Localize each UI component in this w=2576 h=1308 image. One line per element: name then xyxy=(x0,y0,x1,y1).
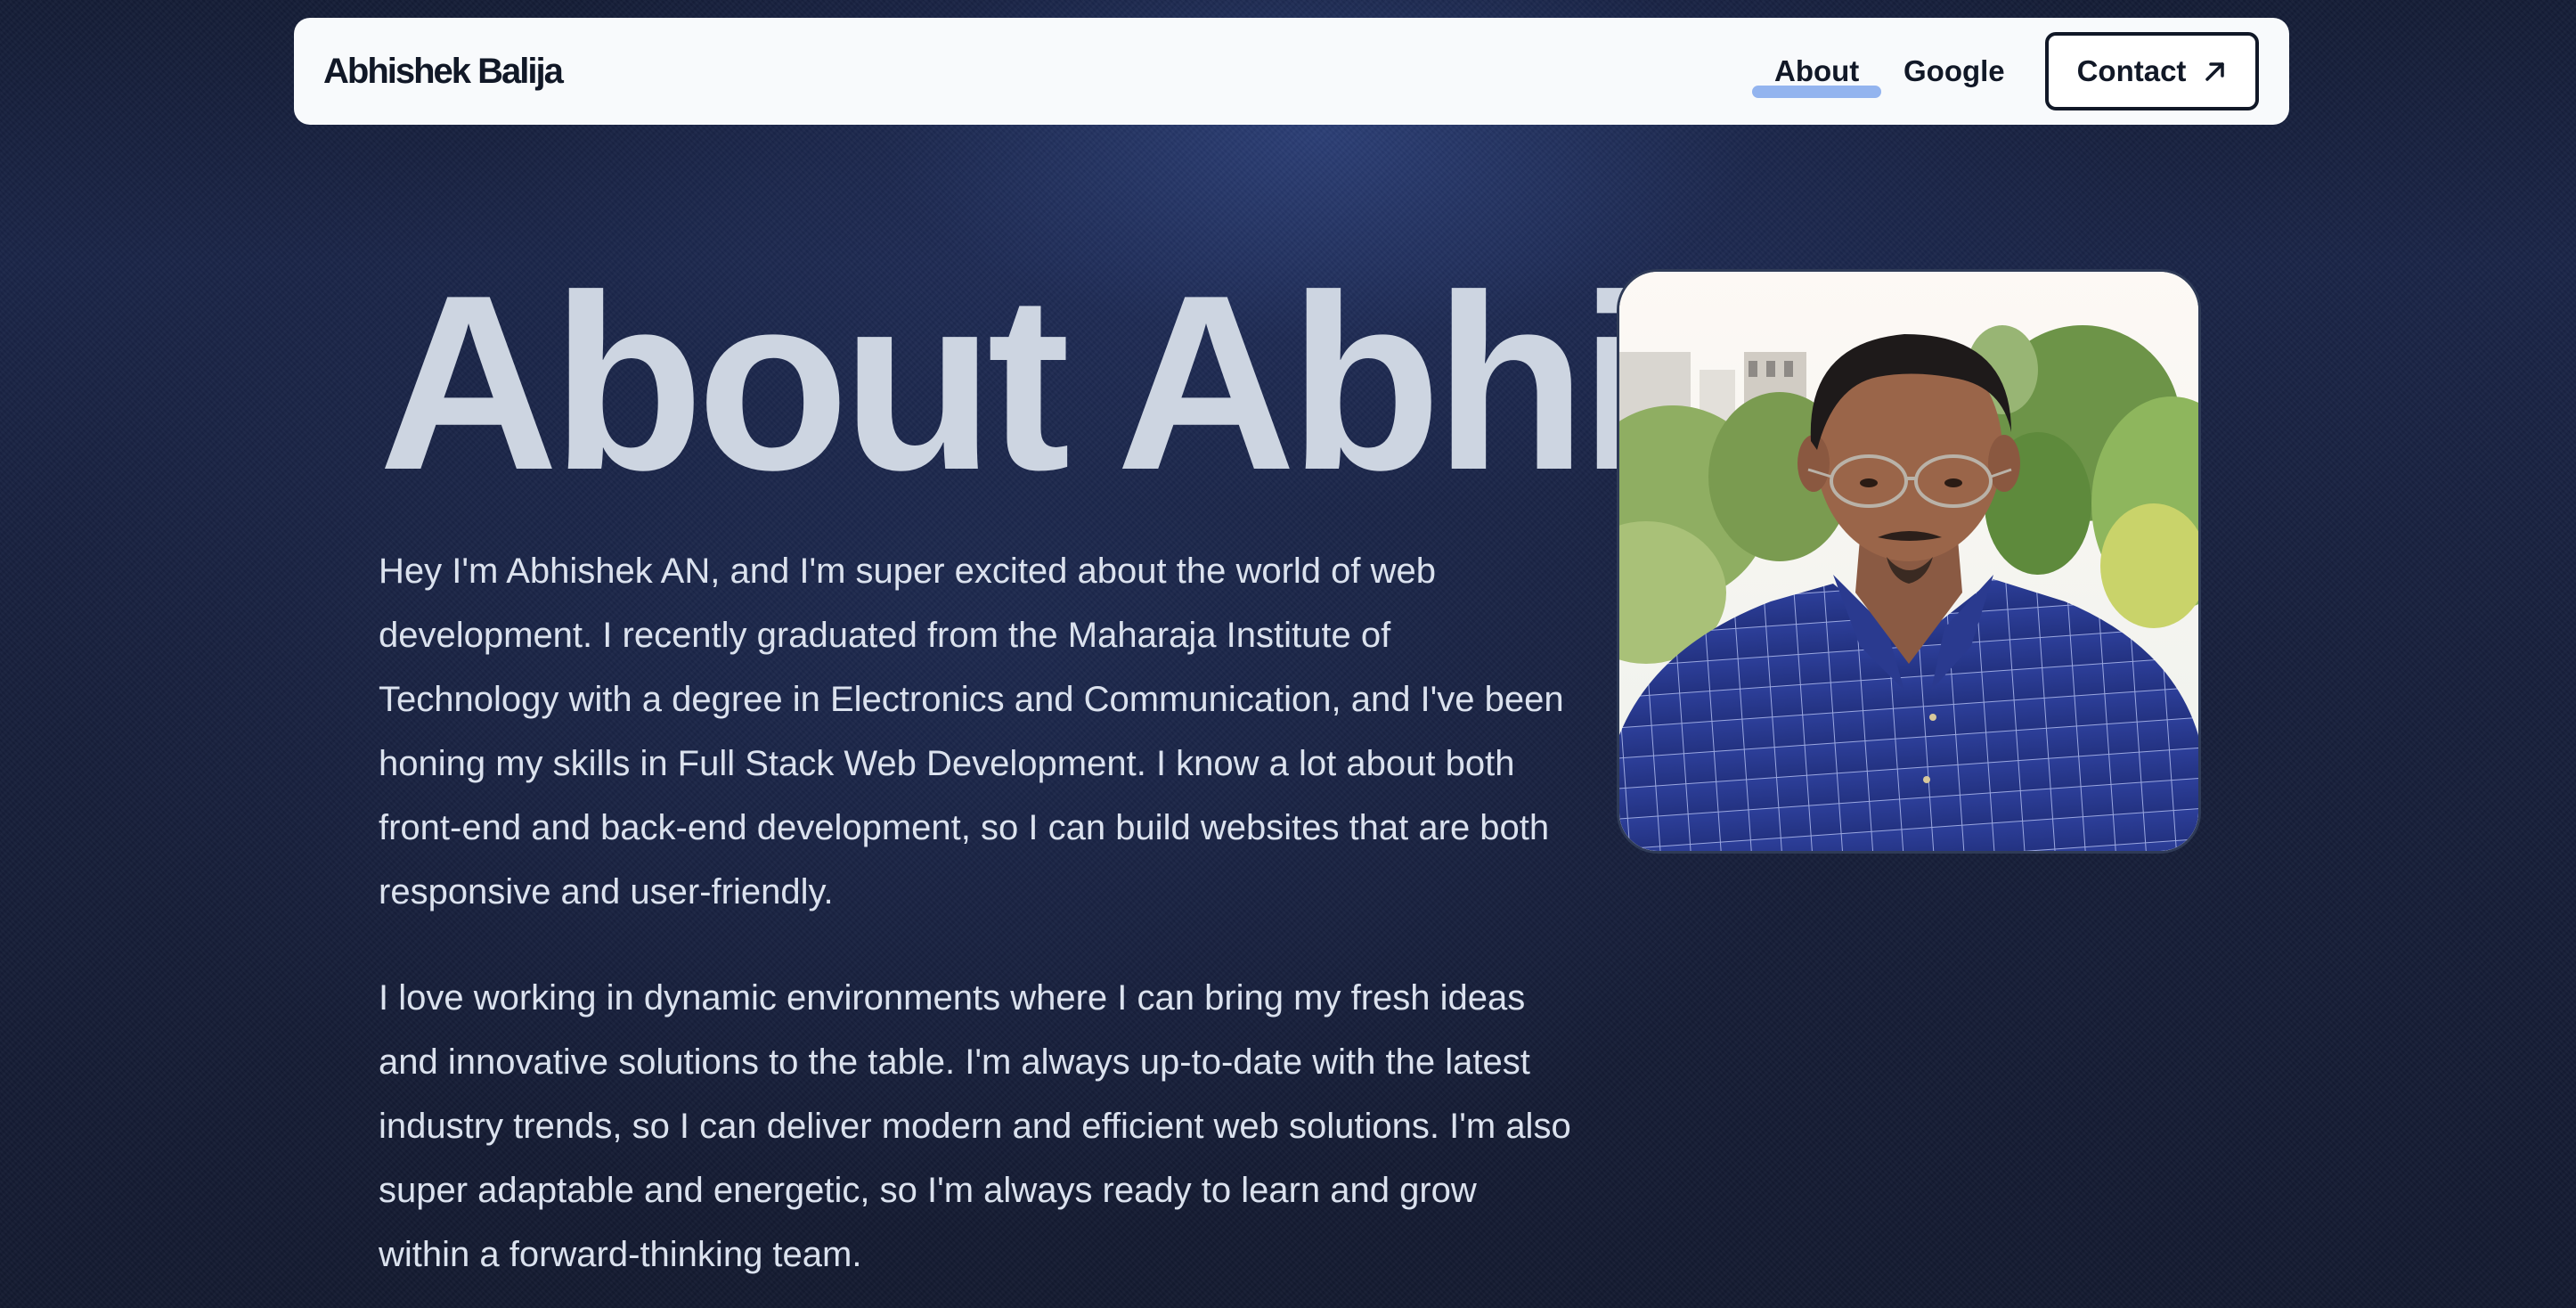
profile-photo xyxy=(1617,269,2201,854)
contact-button-label: Contact xyxy=(2076,54,2187,87)
nav-link-google[interactable]: Google xyxy=(1903,18,2005,125)
nav-link-about-label: About xyxy=(1774,54,1860,87)
bio-paragraph-1: Hey I'm Abhishek AN, and I'm super excit… xyxy=(379,552,1564,912)
brand-logo[interactable]: Abhishek Balija xyxy=(323,18,564,125)
page-title: About Abhi xyxy=(379,244,1649,522)
bio-paragraph-2: I love working in dynamic environments w… xyxy=(379,978,1571,1274)
navbar: Abhishek Balija About Google Contact xyxy=(294,18,2289,125)
nav-link-about[interactable]: About xyxy=(1752,18,1882,125)
contact-button[interactable]: Contact xyxy=(2045,32,2259,110)
arrow-up-right-icon xyxy=(2204,60,2227,83)
active-indicator xyxy=(1752,86,1882,98)
